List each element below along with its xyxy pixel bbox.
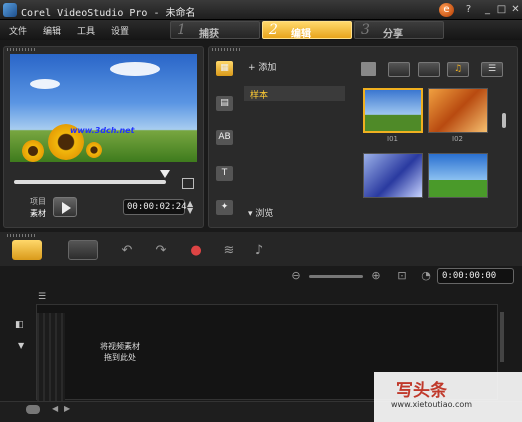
panel-grip[interactable] bbox=[212, 48, 242, 51]
library-scrollbar[interactable] bbox=[502, 113, 506, 128]
media-library-icon[interactable]: ▦ bbox=[216, 61, 233, 76]
panel-grip[interactable] bbox=[7, 48, 37, 51]
mode-clip[interactable]: 素材 bbox=[30, 208, 46, 219]
tab-label: 分享 bbox=[383, 29, 403, 40]
enlarge-icon[interactable] bbox=[182, 178, 194, 189]
zoom-slider[interactable] bbox=[309, 275, 363, 278]
globe-icon[interactable]: e bbox=[439, 3, 454, 17]
timeline-scrollbar[interactable] bbox=[500, 312, 504, 362]
undo-icon[interactable]: ↶ bbox=[118, 243, 136, 259]
add-label: 添加 bbox=[258, 63, 277, 73]
help-button[interactable]: ? bbox=[461, 3, 476, 17]
filter-fx-icon[interactable]: ✦ bbox=[216, 200, 233, 215]
thumbnail-label: I01 bbox=[387, 135, 398, 143]
watermark-logo: 写头条 bbox=[396, 381, 447, 401]
image-filter-button[interactable] bbox=[418, 62, 440, 77]
storyboard-view-button[interactable] bbox=[12, 240, 42, 260]
view-list-button[interactable]: ☰ bbox=[481, 62, 503, 77]
minimize-button[interactable]: _ bbox=[480, 3, 495, 17]
preview-timecode[interactable]: 00:00:02:24 bbox=[123, 199, 187, 215]
tab-label: 编辑 bbox=[291, 29, 311, 40]
play-button[interactable] bbox=[53, 197, 77, 217]
track-manager-icon[interactable]: ☰ bbox=[38, 292, 56, 302]
track-slot bbox=[37, 313, 65, 401]
thumbnail-label: I02 bbox=[452, 135, 463, 143]
thumbnail-i04[interactable] bbox=[428, 153, 488, 198]
sunflower bbox=[22, 140, 44, 162]
add-button[interactable]: + 添加 bbox=[248, 60, 276, 73]
preview-video[interactable]: www.3dch.net bbox=[10, 54, 197, 162]
zoom-out-icon[interactable]: ⊖ bbox=[287, 268, 305, 284]
thumbnail-i01[interactable] bbox=[363, 88, 423, 133]
cloud bbox=[110, 62, 160, 76]
app-logo-icon bbox=[3, 3, 17, 17]
panel-grip[interactable] bbox=[7, 234, 37, 237]
scrub-bar[interactable] bbox=[14, 180, 166, 184]
record-capture-icon[interactable]: ● bbox=[187, 243, 205, 259]
cloud bbox=[30, 79, 60, 89]
menu-settings[interactable]: 设置 bbox=[111, 24, 129, 37]
title-bar: Corel VideoStudio Pro - 未命名 e ? _ □ ✕ bbox=[0, 0, 522, 20]
menu-edit[interactable]: 编辑 bbox=[43, 24, 61, 37]
video-filter-button[interactable] bbox=[388, 62, 410, 77]
scroll-toggle-icon[interactable] bbox=[26, 405, 40, 414]
audio-mixer-icon[interactable]: ≋ bbox=[220, 243, 238, 259]
folder-icon[interactable] bbox=[361, 62, 376, 76]
redo-icon[interactable]: ↷ bbox=[152, 243, 170, 259]
auto-music-icon[interactable]: ♪ bbox=[250, 243, 268, 259]
browse-button[interactable]: ▾ 浏览 bbox=[248, 206, 273, 219]
video-watermark: www.3dch.net bbox=[70, 126, 135, 135]
timeline-view-button[interactable] bbox=[68, 240, 98, 260]
sunflower bbox=[86, 142, 102, 158]
thumbnail-i02[interactable] bbox=[428, 88, 488, 133]
watermark-url: www.xietoutiao.com bbox=[391, 400, 473, 409]
tab-capture[interactable]: 1 捕获 bbox=[170, 21, 260, 40]
step-number: 2 bbox=[269, 22, 278, 38]
clock-icon: ◔ bbox=[421, 269, 431, 282]
title-ab-icon[interactable]: AB bbox=[216, 130, 233, 145]
zoom-in-icon[interactable]: ⊕ bbox=[367, 268, 385, 284]
drop-hint: 将视频素材拖到此处 bbox=[100, 342, 140, 362]
tab-label: 捕获 bbox=[199, 29, 219, 40]
timeline-timecode[interactable]: 0:00:00:00 bbox=[437, 268, 514, 284]
step-number: 3 bbox=[361, 22, 370, 38]
video-track-icon: ◧ bbox=[15, 320, 24, 330]
menu-file[interactable]: 文件 bbox=[9, 24, 27, 37]
scrub-handle[interactable] bbox=[160, 170, 170, 178]
step-number: 1 bbox=[177, 22, 186, 38]
mode-project[interactable]: 项目 bbox=[30, 196, 46, 207]
folder-item-samples[interactable]: 样本 bbox=[244, 86, 345, 101]
browse-label: 浏览 bbox=[255, 209, 274, 219]
audio-filter-button[interactable]: ♫ bbox=[447, 62, 469, 77]
scroll-right-icon[interactable]: ▶ bbox=[64, 404, 70, 413]
menu-tools[interactable]: 工具 bbox=[77, 24, 95, 37]
timecode-spinner[interactable]: ▲ ▼ bbox=[187, 200, 193, 215]
close-button[interactable]: ✕ bbox=[508, 3, 522, 17]
window-title: Corel VideoStudio Pro - 未命名 bbox=[21, 8, 196, 19]
tab-share[interactable]: 3 分享 bbox=[354, 21, 444, 40]
transition-icon[interactable]: ▤ bbox=[216, 96, 233, 111]
chevron-down-icon[interactable]: ▼ bbox=[18, 341, 24, 350]
maximize-button[interactable]: □ bbox=[494, 3, 509, 17]
text-t-icon[interactable]: T bbox=[216, 166, 233, 181]
tab-edit[interactable]: 2 编辑 bbox=[262, 21, 352, 40]
scroll-left-icon[interactable]: ◀ bbox=[52, 404, 58, 413]
fit-project-icon[interactable]: ⊡ bbox=[393, 268, 411, 284]
thumbnail-i03[interactable] bbox=[363, 153, 423, 198]
